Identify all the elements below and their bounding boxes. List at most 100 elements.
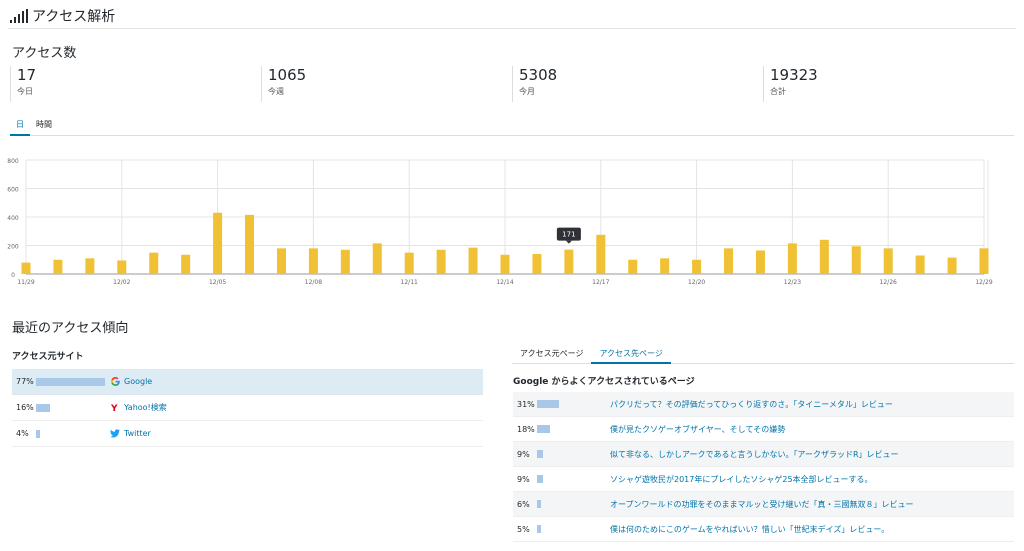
chart-bar — [468, 247, 478, 274]
destination-row: 9% ソシャゲ遊牧民が2017年にプレイしたソシャゲ25本全部レビューする。 — [513, 467, 1014, 492]
source-bar-fill — [36, 429, 40, 438]
destination-bar-fill — [537, 450, 544, 458]
destination-percent: 9% — [517, 474, 530, 484]
destination-bar — [537, 500, 610, 508]
destination-link[interactable]: ソシャゲ遊牧民が2017年にプレイしたソシャゲ25本全部レビューする。 — [610, 474, 873, 485]
x-tick-label: 12/23 — [784, 279, 801, 286]
source-row-google[interactable]: 77% Google — [12, 369, 483, 395]
chart-bar — [979, 248, 989, 274]
destination-bar — [537, 425, 610, 433]
signal-bars-icon — [10, 9, 28, 23]
destination-percent: 18% — [517, 424, 535, 434]
chart-bar — [851, 246, 861, 274]
x-tick-label: 12/05 — [209, 279, 226, 286]
destination-percent: 6% — [517, 499, 530, 509]
destination-bar — [537, 450, 610, 458]
destination-row: 18% 僕が見たクソゲーオブザイヤー、そしてその嫌勢 — [513, 417, 1014, 442]
yahoo-icon: Y — [110, 403, 120, 413]
destination-bar-fill — [537, 400, 559, 408]
destination-bar-fill — [537, 500, 542, 508]
tooltip-text: 171 — [562, 231, 575, 239]
destination-link[interactable]: 僕は何のためにこのゲームをやればいい？惜しい「世紀末デイズ」レビュー。 — [610, 524, 889, 535]
destination-bar-fill — [537, 525, 541, 533]
source-percent: 16% — [16, 403, 34, 412]
chart-bar — [883, 248, 893, 274]
daily-access-chart: 0 200 400 600 800 11/29 12/02 12/05 12/08 12/11 12… — [7, 158, 993, 286]
tab-source-page[interactable]: アクセス元ページ — [512, 345, 591, 364]
x-tick-label: 12/08 — [305, 279, 322, 286]
trend-title: 最近のアクセス傾向 — [12, 321, 129, 336]
source-link[interactable]: Yahoo!検索 — [124, 402, 167, 413]
chart-bar — [404, 252, 414, 274]
stat-value: 5308 — [519, 66, 558, 84]
destination-row: 6% オープンワールドの功罪をそのままマルッと受け継いだ「真・三國無双８」レビュ… — [513, 492, 1014, 517]
chart-bar — [787, 243, 797, 274]
stat-week: 1065 今週 — [261, 66, 512, 102]
source-percent: 77% — [16, 377, 34, 386]
chart-bar — [53, 259, 63, 274]
access-stats: 17 今日 1065 今週 5308 今月 19323 合計 — [10, 66, 1014, 102]
y-tick-label: 400 — [7, 215, 19, 222]
chart-bar — [628, 259, 638, 274]
destination-link[interactable]: 似て非なる、しかしアークであると言うしかない。「アークザラッドR」レビュー — [610, 449, 899, 460]
source-percent: 4% — [16, 429, 29, 438]
stat-today: 17 今日 — [10, 66, 261, 102]
chart-bar — [724, 248, 734, 274]
stat-label: 今月 — [519, 87, 535, 96]
page-title: アクセス解析 — [32, 9, 116, 25]
source-link[interactable]: Twitter — [124, 429, 151, 438]
source-row-twitter[interactable]: 4% Twitter — [12, 421, 483, 447]
destination-row: 5% 僕は何のためにこのゲームをやればいい？惜しい「世紀末デイズ」レビュー。 — [513, 517, 1014, 542]
source-bar — [36, 377, 110, 386]
destination-bar — [537, 525, 610, 533]
x-tick-label: 11/29 — [17, 279, 34, 286]
svg-text:Y: Y — [111, 404, 118, 412]
chart-bar — [436, 249, 446, 274]
stat-month: 5308 今月 — [512, 66, 763, 102]
source-link[interactable]: Google — [124, 377, 152, 386]
tab-hour[interactable]: 時間 — [30, 117, 58, 136]
source-bar — [36, 429, 110, 438]
chart-bar — [85, 258, 95, 274]
tab-destination-page[interactable]: アクセス先ページ — [591, 345, 671, 364]
destinations-title: Google からよくアクセスされているページ — [513, 377, 695, 387]
x-tick-label: 12/26 — [880, 279, 897, 286]
x-tick-label: 12/20 — [688, 279, 705, 286]
destination-percent: 9% — [517, 449, 530, 459]
chart-bar — [308, 248, 318, 274]
source-row-yahoo[interactable]: 16% Y Yahoo!検索 — [12, 395, 483, 421]
chart-bar — [819, 239, 829, 274]
google-icon — [110, 377, 120, 387]
tooltip-arrow — [565, 240, 572, 244]
x-tick-label: 12/02 — [113, 279, 130, 286]
x-tick-label: 12/14 — [496, 279, 513, 286]
period-tabs: 日 時間 — [10, 117, 1014, 136]
destination-percent: 5% — [517, 524, 530, 534]
destination-link[interactable]: 僕が見たクソゲーオブザイヤー、そしてその嫌勢 — [610, 424, 785, 435]
chart-bar — [596, 234, 606, 274]
destination-link[interactable]: パクリだって？その評価だってひっくり返すのさ。「タイニーメタル」レビュー — [610, 399, 893, 410]
destination-percent: 31% — [517, 399, 535, 409]
chart-bar — [245, 214, 255, 274]
destination-link[interactable]: オープンワールドの功罪をそのままマルッと受け継いだ「真・三國無双８」レビュー — [610, 499, 914, 510]
x-tick-label: 12/29 — [975, 279, 992, 286]
stat-value: 17 — [17, 66, 37, 84]
chart-bar — [532, 254, 542, 274]
chart-bar — [947, 257, 957, 274]
tab-day[interactable]: 日 — [10, 117, 30, 136]
access-count-title: アクセス数 — [12, 46, 77, 61]
chart-bar — [755, 250, 765, 274]
page-tabs: アクセス元ページ アクセス先ページ — [512, 345, 1014, 364]
stat-total: 19323 合計 — [763, 66, 1014, 102]
chart-bar — [276, 248, 286, 274]
x-tick-label: 12/11 — [401, 279, 418, 286]
destination-row: 9% 似て非なる、しかしアークであると言うしかない。「アークザラッドR」レビュー — [513, 442, 1014, 467]
stat-value: 1065 — [268, 66, 307, 84]
chart-bar — [564, 249, 574, 274]
y-tick-label: 600 — [7, 187, 19, 194]
stat-value: 19323 — [770, 66, 818, 84]
chart-bar — [21, 262, 31, 274]
stat-label: 合計 — [770, 87, 786, 96]
stat-label: 今週 — [268, 87, 284, 96]
chart-bar — [692, 259, 702, 274]
